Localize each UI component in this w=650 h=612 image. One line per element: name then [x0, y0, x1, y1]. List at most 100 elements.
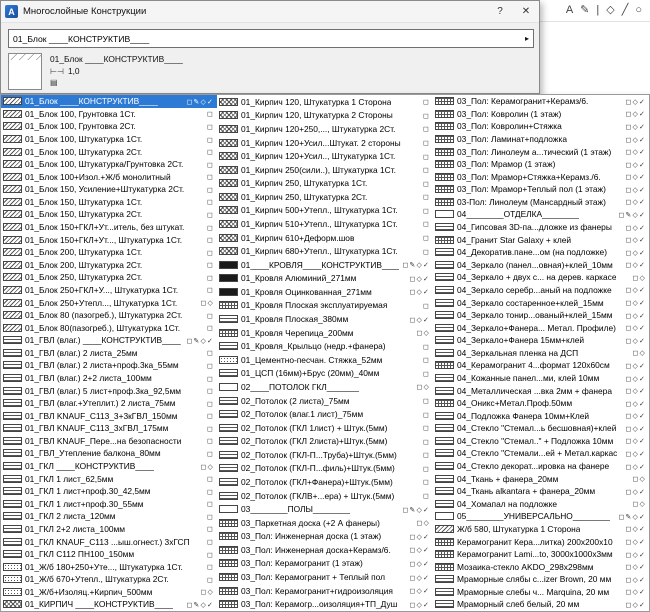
help-button[interactable]: ? — [487, 1, 513, 22]
composite-item[interactable]: 01_Кровля Оцинкованная_271мм◻◇✓ — [217, 285, 433, 299]
composite-item[interactable]: 04_Зеркало (панел...овная)+клей_10мм◻◇✓ — [433, 259, 649, 272]
composite-item[interactable]: 01_ЦСП (16мм)+Брус (20мм)_40мм◻ — [217, 367, 433, 381]
composite-item[interactable]: 04_Стекло "Стемали...ей + Метал.каркас◻◇… — [433, 447, 649, 460]
composite-item[interactable]: 04_Гипсовая 3D-па...дложке из фанеры◻◇✓ — [433, 221, 649, 234]
composite-item[interactable]: 01_Ж/б+Изоляц.+Кирпич_500мм◻◇ — [1, 586, 217, 599]
composite-item[interactable]: 01_ГВЛ (влаг.) 2 листа+проф.3ка_55мм◻ — [1, 359, 217, 372]
composite-item[interactable]: 01_Кровля Плоская_380мм◻◇✓ — [217, 312, 433, 326]
chevron-right-icon[interactable]: ▸ — [525, 34, 529, 43]
text-tool-icon[interactable]: A — [566, 5, 573, 16]
composite-item[interactable]: 01_Блок 200, Штукатурка 1Ст.◻ — [1, 246, 217, 259]
composite-item[interactable]: 03_Пол: Линолеум а...тический (1 этаж)◻◇… — [433, 145, 649, 158]
composite-item[interactable]: 04_Зеркало+Фанера 15мм+клей◻◇✓ — [433, 334, 649, 347]
composite-item[interactable]: 01_Блок 100, Штукатурка 1Ст.◻ — [1, 133, 217, 146]
composite-item[interactable]: 04_Зеркало серебр...аный на подложке◻◇✓ — [433, 284, 649, 297]
composite-item[interactable]: 02_Потолок (ГКЛ+Фанера)+Штук.(5мм)◻ — [217, 475, 433, 489]
composite-item[interactable]: 01_Ж/б 180+250+Уте..., Штукатурка 1Ст.◻ — [1, 560, 217, 573]
composite-item[interactable]: 01_Кирпич 120+250,..., Штукатурка 2Ст.◻ — [217, 122, 433, 136]
composite-item[interactable]: 01_Блок 100, Грунтовка 1Ст.◻ — [1, 108, 217, 121]
dialog-titlebar[interactable]: A Многослойные Конструкции ? ✕ — [1, 1, 539, 23]
composite-item[interactable]: 01_Кровля Плоская эксплуатируемая◻ — [217, 299, 433, 313]
composite-item[interactable]: 01_ГКЛ KNAUF_C113 ...ыш.огнест.) 3хГСП◻ — [1, 535, 217, 548]
composite-item[interactable]: 01_Блок 250, Штукатурка 2Ст.◻ — [1, 271, 217, 284]
composite-item[interactable]: 03_Пол: Мрамор (1 этаж)◻◇✓ — [433, 158, 649, 171]
composite-item[interactable]: 01_ГКЛ 1 лист+проф.30_55мм◻ — [1, 498, 217, 511]
composite-item[interactable]: 01_Блок 80(пазогреб.), Штукатурка 1Ст.◻ — [1, 321, 217, 334]
composite-item[interactable]: 01_Кирпич 510+Утепл., Штукатурка 1Ст.◻ — [217, 217, 433, 231]
composite-item[interactable]: 01_Блок 250+ГКЛ+У..., Штукатурка 1Ст.◻ — [1, 284, 217, 297]
composite-item[interactable]: 01_ГВЛ (влаг.) 2+2 листа_100мм◻ — [1, 372, 217, 385]
composite-item[interactable]: 01_ГВЛ_Утепление балкона_80мм◻ — [1, 447, 217, 460]
composite-item[interactable]: Ж/б 580, Штукатурка 1 Сторона◻◇✓ — [433, 523, 649, 536]
composite-item[interactable]: 03_Пол: Керамогранит (1 этаж)◻◇✓ — [217, 557, 433, 571]
composite-item[interactable]: 01_Блок 100, Штукатурка/Грунтовка 2Ст.◻ — [1, 158, 217, 171]
composite-item[interactable]: 01_Блок 150+ГКЛ+Ут..., Штукатурка 1Ст.◻ — [1, 233, 217, 246]
composite-item[interactable]: 04_Зеркало тонир...ованый+клей_15мм◻◇✓ — [433, 309, 649, 322]
composite-item[interactable]: 03_Пол: Мрамор+Стяжка+Керамз./6.◻◇✓ — [433, 170, 649, 183]
composite-item[interactable]: 04________ОТДЕЛКА________◻✎◇✓ — [433, 208, 649, 221]
composite-item[interactable]: 01_ГВЛ (влаг.) ____КОНСТРУКТИВ____◻✎◇✓ — [1, 334, 217, 347]
composite-item[interactable]: 01_Блок ____КОНСТРУКТИВ____◻✎◇✓ — [1, 95, 217, 108]
composite-item[interactable]: 04_Гранит Star Galaxy + клей◻◇✓ — [433, 233, 649, 246]
composite-item[interactable]: 01_Кирпич 250, Штукатурка 2Ст.◻ — [217, 190, 433, 204]
composite-item[interactable]: 05________УНИВЕРСАЛЬНО________◻✎◇✓ — [433, 510, 649, 523]
composite-item[interactable]: 02_Потолок (2 листа)_75мм◻ — [217, 394, 433, 408]
polygon-tool-icon[interactable]: ◇ — [606, 5, 614, 16]
composite-item[interactable]: 04_Декоратив.пане...ом (на подложке)◻◇✓ — [433, 246, 649, 259]
composite-item[interactable]: 01_Кирпич 250, Штукатурка 1Ст.◻ — [217, 176, 433, 190]
composite-item[interactable]: 04_Ткань alkantara + фанера_20мм◻◇✓ — [433, 485, 649, 498]
composite-item[interactable]: 01_Блок 250+Утепл..., Штукатурка 1Ст.◻◇ — [1, 296, 217, 309]
composite-item[interactable]: 02_Потолок (ГКЛ 2листа)+Штук.(5мм)◻ — [217, 434, 433, 448]
composite-item[interactable]: 01_ГКЛ 1 лист_62,5мм◻ — [1, 472, 217, 485]
line-tool-icon[interactable]: ╱ — [622, 5, 629, 16]
composite-item[interactable]: 04_Керамогранит 4...формат 120x60см◻◇✓ — [433, 359, 649, 372]
composite-item[interactable]: 04_Кожанные панел...ми, клей 10мм◻◇✓ — [433, 372, 649, 385]
pencil-icon[interactable]: ✎ — [580, 5, 589, 16]
composite-combobox[interactable]: 01_Блок ____КОНСТРУКТИВ____ ▸ — [8, 29, 534, 48]
composite-item[interactable]: 02_Потолок (влаг.1 лист)_75мм◻ — [217, 407, 433, 421]
composite-item[interactable]: 03-Пол: Линолеум (Мансардный этаж)◻◇✓ — [433, 196, 649, 209]
composite-item[interactable]: 01_ГКЛ C112 ПН100_150мм◻ — [1, 548, 217, 561]
composite-item[interactable]: 01_ГВЛ KNAUF_C113_3хГВЛ_175мм◻ — [1, 422, 217, 435]
composite-item[interactable]: 01_Кирпич 250(сили..), Штукатурка 1Ст.◻ — [217, 163, 433, 177]
composite-item[interactable]: 01_Кирпич 120+Усил...Штукат. 2 стороны◻ — [217, 136, 433, 150]
composite-item[interactable]: 01_Кирпич 680+Утепл., Штукатурка 1Ст.◻ — [217, 244, 433, 258]
composite-item[interactable]: 02_Потолок (ГКЛ-П...Труба)+Штук.(5мм)◻ — [217, 448, 433, 462]
composite-item[interactable]: 01_Кирпич 120+Усил.., Штукатурка 1Ст.◻ — [217, 149, 433, 163]
composite-item[interactable]: 01_Ж/б 670+Утепл., Штукатурка 2Ст.◻ — [1, 573, 217, 586]
composite-item[interactable]: 01_Блок 150, Штукатурка 2Ст.◻ — [1, 208, 217, 221]
composite-item[interactable]: 01_ГКЛ ____КОНСТРУКТИВ____◻◇ — [1, 460, 217, 473]
composite-item[interactable]: 02____ПОТОЛОК ГКЛ_______◻◇ — [217, 380, 433, 394]
composite-item[interactable]: 04_Подложка Фанера 10мм+Клей◻◇✓ — [433, 409, 649, 422]
close-button[interactable]: ✕ — [513, 1, 539, 22]
composite-item[interactable]: 04_Зеркало+Фанера... Метал. Профиле)◻◇✓ — [433, 321, 649, 334]
composite-item[interactable]: 01_Цементно-песчан. Стяжка_52мм◻ — [217, 353, 433, 367]
composite-item[interactable]: 01_ГВЛ (влаг.) 2 листа_25мм◻ — [1, 347, 217, 360]
composite-item[interactable]: 01_Кровля_Крыльцо (недр.+фанера)◻ — [217, 339, 433, 353]
composite-item[interactable]: 02_Потолок (ГКЛ-П...филь)+Штук.(5мм)◻ — [217, 462, 433, 476]
composite-item[interactable]: 01_ГВЛ KNAUF_C113_3+3кГВЛ_150мм◻ — [1, 409, 217, 422]
composite-item[interactable]: 04_Зеркало + двух с... на дерев. каркасе… — [433, 271, 649, 284]
composite-item[interactable]: 03_Паркетная доска (+2 А фанеры)◻◇ — [217, 516, 433, 530]
composite-item[interactable]: 04_Стекло "Стемал...ь бесшовная)+клей◻◇✓ — [433, 422, 649, 435]
composite-item[interactable]: 02_Потолок (ГКЛ 1лист) + Штук.(5мм)◻ — [217, 421, 433, 435]
composite-item[interactable]: 01_Кирпич 120, Штукатурка 2 Стороны◻ — [217, 109, 433, 123]
composite-item[interactable]: 01_Кирпич 120, Штукатурка 1 Сторона◻ — [217, 95, 433, 109]
composite-item[interactable]: Керамогранит Lami...to, 3000x1000x3мм◻◇✓ — [433, 548, 649, 561]
composite-item[interactable]: 04_Зеркало состаренное+клей_15мм◻◇✓ — [433, 296, 649, 309]
composite-item[interactable]: 01_Блок 200, Штукатурка 2Ст.◻ — [1, 259, 217, 272]
composite-item[interactable]: 04_Оникс+Метал.Проф.50мм◻◇✓ — [433, 397, 649, 410]
circle-tool-icon[interactable]: ○ — [635, 5, 642, 16]
composite-item[interactable]: 03_Пол: Инженерная доска+Керамз/6.◻◇✓ — [217, 543, 433, 557]
composite-item[interactable]: 01_Блок 80 (пазогреб.), Штукатурка 2Ст.◻ — [1, 309, 217, 322]
composite-item[interactable]: 03_Пол: Ковролин+Стяжка◻◇✓ — [433, 120, 649, 133]
composite-item[interactable]: 01_ГВЛ (влаг.+Утеплит.) 2 листа_75мм◻ — [1, 397, 217, 410]
composite-item[interactable]: 03_Пол: Ковролин (1 этаж)◻◇✓ — [433, 108, 649, 121]
composite-item[interactable]: 01_Кровля Черепица_200мм◻◇ — [217, 326, 433, 340]
composite-item[interactable]: 04_Хомапал на подложке◻◇ — [433, 498, 649, 511]
composite-item[interactable]: 03_Пол: Ламинат+подложка◻◇✓ — [433, 133, 649, 146]
composite-item[interactable]: 04_Ткань + фанера_20мм◻◇ — [433, 472, 649, 485]
composite-item[interactable]: Керамогранит Кера...литка) 200x200x10◻◇✓ — [433, 535, 649, 548]
composite-item[interactable]: Мозаика-стекло AKDO_298x298мм◻◇✓ — [433, 560, 649, 573]
composite-item[interactable]: 01_ГКЛ 2 листа_120мм◻ — [1, 510, 217, 523]
